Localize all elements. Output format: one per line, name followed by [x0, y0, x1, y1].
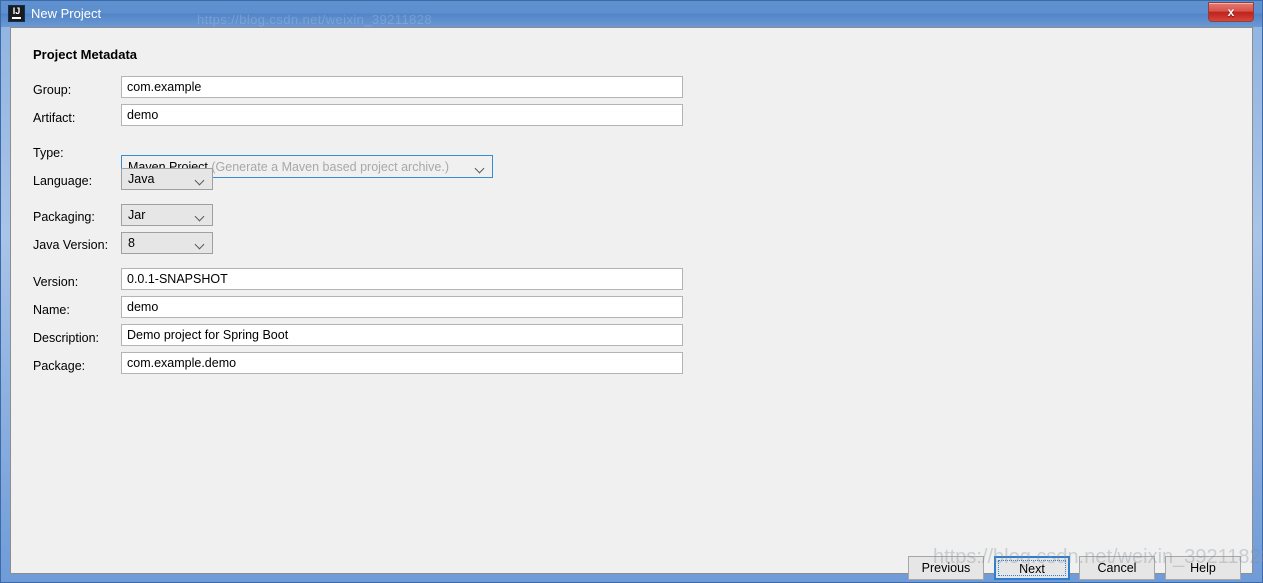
title-bar: IJ New Project https://blog.csdn.net/wei… [1, 1, 1262, 27]
artifact-input[interactable] [121, 104, 683, 126]
packaging-combobox-value: Jar [128, 208, 146, 222]
intellij-idea-icon: IJ [8, 5, 25, 22]
dialog-window: IJ New Project https://blog.csdn.net/wei… [0, 0, 1263, 583]
chevron-down-icon [196, 213, 205, 218]
label-type: Type: [33, 146, 64, 160]
help-button[interactable]: Help [1165, 556, 1241, 580]
close-icon: x [1227, 5, 1235, 19]
language-combobox-value: Java [128, 172, 155, 186]
group-input[interactable] [121, 76, 683, 98]
page-title: Project Metadata [33, 47, 138, 62]
chevron-down-icon [196, 241, 205, 246]
type-combobox-hint: (Generate a Maven based project archive.… [211, 160, 450, 174]
package-input[interactable] [121, 352, 683, 374]
java-version-combobox[interactable]: 8 [121, 232, 213, 254]
title-watermark: https://blog.csdn.net/weixin_39211828 [197, 12, 432, 27]
next-button[interactable]: Next [994, 556, 1070, 580]
close-button[interactable]: x [1208, 2, 1254, 22]
cancel-button[interactable]: Cancel [1079, 556, 1155, 580]
java-version-combobox-value: 8 [128, 236, 135, 250]
chevron-down-icon [476, 165, 485, 170]
label-package: Package: [33, 359, 86, 373]
description-input[interactable] [121, 324, 683, 346]
dialog-content-panel: Project Metadata Group: Artifact: Type: … [10, 27, 1253, 580]
label-language: Language: [33, 174, 93, 188]
label-artifact: Artifact: [33, 111, 76, 125]
previous-button[interactable]: Previous [908, 556, 984, 580]
label-group: Group: [33, 83, 72, 97]
version-input[interactable] [121, 268, 683, 290]
packaging-combobox[interactable]: Jar [121, 204, 213, 226]
next-button-label: Next [1019, 562, 1045, 576]
window-title: New Project [31, 6, 102, 21]
label-description: Description: [33, 331, 99, 345]
chevron-down-icon [196, 177, 205, 182]
label-name: Name: [33, 303, 70, 317]
label-version: Version: [33, 275, 79, 289]
intellij-idea-icon-underline [12, 17, 21, 19]
name-input[interactable] [121, 296, 683, 318]
language-combobox[interactable]: Java [121, 168, 213, 190]
label-java-version: Java Version: [33, 238, 109, 252]
label-packaging: Packaging: [33, 210, 95, 224]
